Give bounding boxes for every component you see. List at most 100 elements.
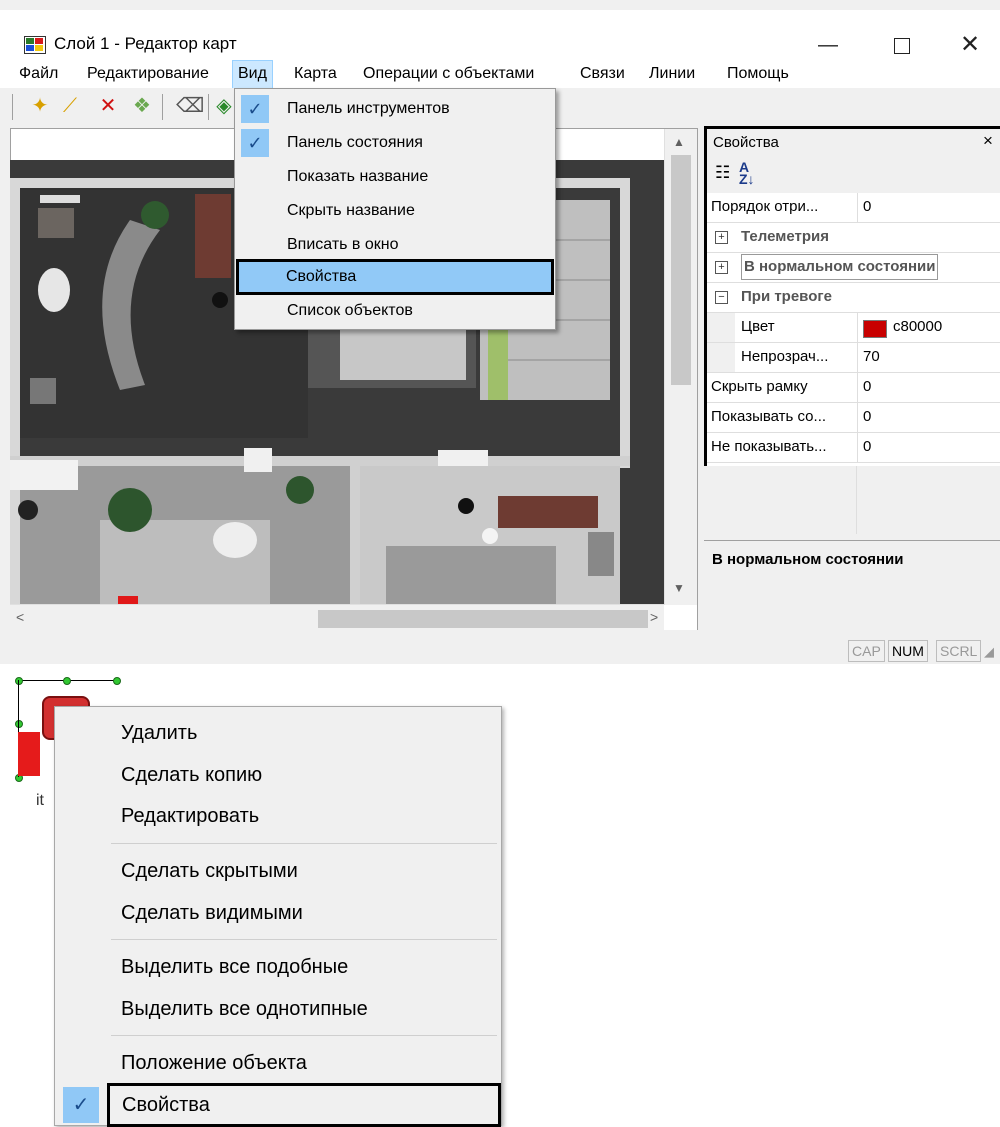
properties-close-button[interactable]: × — [983, 131, 993, 151]
categorized-icon[interactable]: ☷ — [715, 163, 730, 183]
selection-handle[interactable] — [15, 720, 23, 728]
selection-handle[interactable] — [63, 677, 71, 685]
context-select-similar[interactable]: Выделить все подобные — [55, 947, 501, 987]
map-horizontal-scrollbar[interactable]: < > — [10, 604, 664, 631]
property-name: Показывать со... — [711, 408, 827, 425]
context-object-position[interactable]: Положение объекта — [55, 1043, 501, 1083]
menu-edit[interactable]: Редактирование — [82, 60, 214, 88]
property-description-box: В нормальном состоянии — [704, 540, 1000, 631]
property-value[interactable]: 0 — [863, 193, 871, 221]
resize-grip-icon[interactable]: ◢ — [984, 644, 994, 660]
title-bar: Слой 1 - Редактор карт — ✕ — [0, 10, 1000, 60]
menu-item-label: Сделать копию — [121, 764, 263, 786]
scroll-up-icon[interactable]: ▲ — [673, 135, 685, 149]
map-object-marker[interactable] — [18, 732, 40, 776]
category-name: При тревоге — [741, 288, 832, 305]
menu-links[interactable]: Связи — [575, 60, 630, 88]
expand-icon[interactable]: + — [715, 231, 728, 244]
menu-map[interactable]: Карта — [289, 60, 342, 88]
map-editor-window: Слой 1 - Редактор карт — ✕ Файл Редактир… — [0, 0, 1000, 664]
menu-view[interactable]: Вид — [232, 60, 273, 90]
maximize-icon — [894, 37, 910, 54]
property-row[interactable]: Показывать со... 0 — [707, 403, 1000, 433]
menu-item-label: Список объектов — [287, 302, 413, 319]
delete-icon[interactable]: ✕ — [96, 94, 120, 118]
menu-item-label: Положение объекта — [121, 1052, 307, 1074]
property-category-normal-state[interactable]: + В нормальном состоянии — [707, 253, 1000, 283]
expand-icon[interactable]: + — [715, 261, 728, 274]
menu-item-label: Сделать скрытыми — [121, 860, 298, 882]
minimize-button[interactable]: — — [808, 28, 848, 62]
scroll-right-icon[interactable]: > — [650, 609, 658, 625]
view-menu-dropdown: ✓ Панель инструментов ✓ Панель состояния… — [234, 88, 556, 330]
context-delete[interactable]: Удалить — [55, 713, 501, 753]
menu-item-hide-name[interactable]: Скрыть название — [237, 195, 553, 227]
check-icon: ✓ — [241, 95, 269, 123]
property-value[interactable]: 0 — [863, 373, 871, 401]
menu-item-label: Выделить все подобные — [121, 956, 349, 978]
menu-item-label: Скрыть название — [287, 202, 415, 219]
property-row[interactable]: Не показывать... 0 — [707, 433, 1000, 463]
scroll-down-icon[interactable]: ▼ — [673, 581, 685, 595]
context-make-copy[interactable]: Сделать копию — [55, 755, 501, 795]
property-value[interactable]: 70 — [863, 343, 880, 371]
context-edit[interactable]: Редактировать — [55, 796, 501, 836]
property-value[interactable]: c80000 — [893, 313, 942, 341]
menu-separator — [111, 843, 497, 844]
property-row[interactable]: Цвет c80000 — [707, 313, 1000, 343]
vertical-scroll-thumb[interactable] — [671, 155, 691, 385]
menu-help[interactable]: Помощь — [722, 60, 794, 88]
menu-item-toolbar[interactable]: ✓ Панель инструментов — [237, 93, 553, 125]
context-make-hidden[interactable]: Сделать скрытыми — [55, 851, 501, 891]
toolbar-separator — [208, 94, 209, 120]
window-title: Слой 1 - Редактор карт — [54, 34, 237, 53]
menu-item-statusbar[interactable]: ✓ Панель состояния — [237, 127, 553, 159]
menu-item-label: Редактировать — [121, 805, 260, 827]
eraser-icon[interactable]: ⌫ — [176, 94, 204, 118]
object-context-menu: Удалить Сделать копию Редактировать Сдел… — [54, 706, 502, 1127]
menu-separator — [111, 1035, 497, 1036]
menu-item-label: Сделать видимыми — [121, 902, 303, 924]
menu-item-properties[interactable]: Свойства — [236, 259, 554, 295]
move-icon[interactable]: ◈ — [212, 94, 236, 118]
property-value[interactable]: 0 — [863, 403, 871, 431]
map-vertical-scrollbar[interactable]: ▲ ▼ — [664, 129, 697, 605]
close-button[interactable]: ✕ — [950, 28, 990, 62]
menu-separator — [111, 939, 497, 940]
horizontal-scroll-thumb[interactable] — [318, 610, 648, 628]
color-swatch[interactable] — [863, 320, 887, 338]
scroll-left-icon[interactable]: < — [16, 609, 24, 625]
context-properties[interactable]: Свойства — [107, 1083, 501, 1127]
menu-item-show-name[interactable]: Показать название — [237, 161, 553, 193]
maximize-button[interactable] — [882, 28, 922, 62]
property-category-telemetry[interactable]: + Телеметрия — [707, 223, 1000, 253]
context-select-same-type[interactable]: Выделить все однотипные — [55, 989, 501, 1029]
check-icon: ✓ — [63, 1087, 99, 1123]
caps-lock-indicator: CAP — [848, 640, 885, 662]
context-make-visible[interactable]: Сделать видимыми — [55, 893, 501, 933]
menu-item-fit-window[interactable]: Вписать в окно — [237, 229, 553, 261]
menu-lines[interactable]: Линии — [644, 60, 700, 88]
property-row[interactable]: Скрыть рамку 0 — [707, 373, 1000, 403]
menu-item-label: Свойства — [122, 1094, 210, 1116]
property-row[interactable]: Непрозрач... 70 — [707, 343, 1000, 373]
menu-object-operations[interactable]: Операции с объектами — [358, 60, 539, 88]
num-lock-indicator: NUM — [888, 640, 928, 662]
property-row[interactable]: Порядок отри... 0 — [707, 193, 1000, 223]
status-bar: CAP NUM SCRL ◢ — [0, 630, 1000, 664]
draw-line-icon[interactable]: ⟋ — [58, 94, 82, 118]
category-name: Телеметрия — [741, 228, 829, 245]
property-value[interactable]: 0 — [863, 433, 871, 461]
app-icon — [24, 36, 46, 54]
add-object-icon[interactable]: ✦ — [28, 94, 52, 118]
sort-alphabetical-icon[interactable]: A Z↓ — [739, 160, 755, 186]
property-category-alarm[interactable]: − При тревоге — [707, 283, 1000, 313]
selection-handle[interactable] — [113, 677, 121, 685]
property-name: Не показывать... — [711, 438, 827, 455]
selection-handle[interactable] — [15, 677, 23, 685]
toolbar-separator — [162, 94, 163, 120]
menu-item-object-list[interactable]: Список объектов — [237, 295, 553, 327]
select-icon[interactable]: ❖ — [130, 94, 154, 118]
collapse-icon[interactable]: − — [715, 291, 728, 304]
menu-file[interactable]: Файл — [14, 60, 63, 88]
